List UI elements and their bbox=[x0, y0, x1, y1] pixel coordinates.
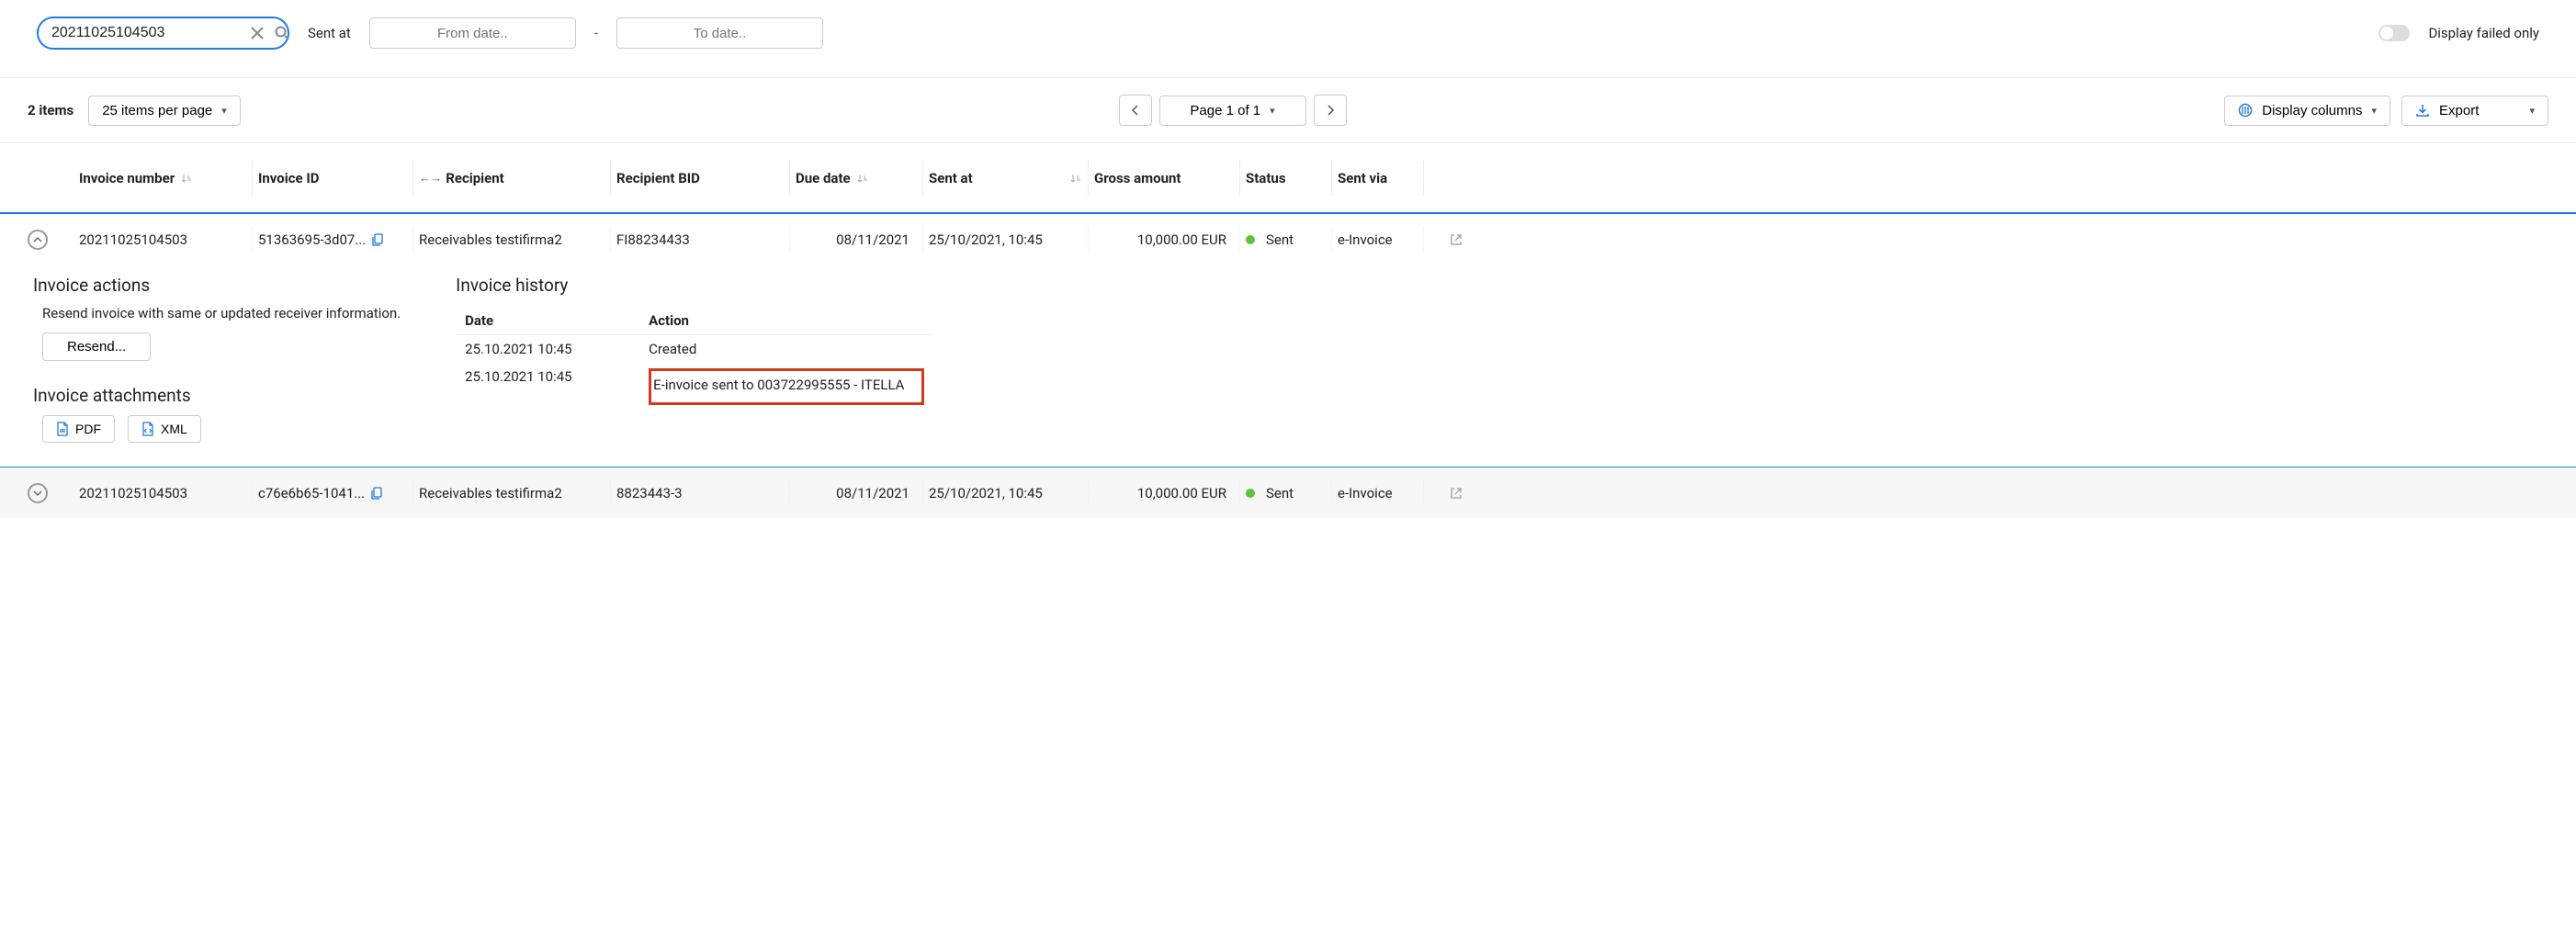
col-status[interactable]: Status bbox=[1240, 161, 1332, 196]
chevron-down-icon: ▾ bbox=[2371, 105, 2377, 117]
from-date-input[interactable] bbox=[381, 26, 564, 41]
history-action-highlighted: E-invoice sent to 003722995555 - ITELLA bbox=[649, 368, 924, 405]
page-dropdown[interactable]: Page 1 of 1 ▾ bbox=[1159, 96, 1306, 126]
to-date-field[interactable] bbox=[616, 17, 823, 49]
cell-invoice-id: 51363695-3d07... bbox=[253, 227, 413, 253]
sort-icon bbox=[1069, 172, 1082, 185]
chevron-up-icon bbox=[33, 236, 42, 243]
cell-due-date: 08/11/2021 bbox=[790, 480, 923, 506]
export-button[interactable]: Export ▾ bbox=[2401, 96, 2548, 126]
history-date-header: Date bbox=[465, 312, 649, 329]
cell-sent-via: e-Invoice bbox=[1332, 227, 1424, 253]
history-date: 25.10.2021 10:45 bbox=[465, 341, 649, 357]
cell-invoice-id: c76e6b65-1041... bbox=[253, 480, 413, 506]
close-icon bbox=[251, 27, 264, 39]
col-invoice-id[interactable]: Invoice ID bbox=[253, 161, 413, 196]
xml-attachment-button[interactable]: XML bbox=[128, 415, 201, 443]
search-icon bbox=[275, 26, 289, 40]
display-columns-button[interactable]: Display columns ▾ bbox=[2224, 96, 2390, 126]
cell-status: Sent bbox=[1240, 480, 1332, 506]
item-count: 2 items bbox=[28, 102, 73, 118]
col-recipient-bid[interactable]: Recipient BID bbox=[611, 161, 790, 196]
per-page-label: 25 items per page bbox=[102, 103, 212, 118]
invoice-actions-title: Invoice actions bbox=[33, 275, 401, 296]
col-invoice-number[interactable]: Invoice number bbox=[73, 161, 253, 196]
chevron-right-icon bbox=[1326, 105, 1335, 116]
status-dot-icon bbox=[1246, 235, 1255, 244]
from-date-field[interactable] bbox=[369, 17, 576, 49]
external-link-icon[interactable] bbox=[1450, 487, 1463, 500]
date-range-dash: - bbox=[594, 25, 598, 41]
sort-icon bbox=[180, 172, 193, 185]
pdf-attachment-button[interactable]: PDF bbox=[42, 415, 115, 443]
copy-icon[interactable] bbox=[371, 233, 384, 246]
col-due-date[interactable]: Due date bbox=[790, 161, 923, 196]
swap-icon: ← → bbox=[419, 171, 440, 186]
page-label: Page 1 of 1 bbox=[1190, 103, 1260, 118]
table-header: Invoice number Invoice ID ← → Recipient … bbox=[0, 142, 2576, 214]
search-button[interactable] bbox=[273, 24, 291, 42]
failed-only-toggle[interactable] bbox=[2378, 25, 2410, 41]
invoice-attachments-title: Invoice attachments bbox=[33, 385, 401, 406]
columns-icon bbox=[2238, 103, 2253, 118]
download-icon bbox=[2415, 103, 2430, 118]
collapse-toggle[interactable] bbox=[28, 230, 48, 250]
row-detail: Invoice actions Resend invoice with same… bbox=[0, 265, 2576, 467]
external-link-icon[interactable] bbox=[1450, 233, 1463, 246]
cell-gross-amount: 10,000.00 EUR bbox=[1089, 227, 1240, 253]
cell-recipient: Receivables testifirma2 bbox=[413, 480, 611, 506]
chevron-left-icon bbox=[1131, 105, 1140, 116]
cell-invoice-number: 20211025104503 bbox=[73, 227, 253, 253]
file-pdf-icon bbox=[56, 422, 69, 436]
table-row: 20211025104503 51363695-3d07... Receivab… bbox=[0, 214, 2576, 265]
chevron-down-icon bbox=[33, 490, 42, 497]
export-label: Export bbox=[2439, 103, 2479, 118]
cell-recipient: Receivables testifirma2 bbox=[413, 227, 611, 253]
cell-recipient-bid: FI88234433 bbox=[611, 227, 790, 253]
table-row: 20211025104503 c76e6b65-1041... Receivab… bbox=[0, 467, 2576, 518]
col-sent-at[interactable]: Sent at bbox=[923, 161, 1089, 196]
history-action-header: Action bbox=[649, 312, 924, 329]
chevron-down-icon: ▾ bbox=[1270, 105, 1275, 117]
cell-gross-amount: 10,000.00 EUR bbox=[1089, 480, 1240, 506]
prev-page-button[interactable] bbox=[1119, 95, 1152, 126]
chevron-down-icon: ▾ bbox=[2529, 105, 2535, 117]
cell-sent-at: 25/10/2021, 10:45 bbox=[923, 480, 1089, 506]
col-gross-amount[interactable]: Gross amount bbox=[1089, 161, 1240, 196]
cell-sent-via: e-Invoice bbox=[1332, 480, 1424, 506]
cell-due-date: 08/11/2021 bbox=[790, 227, 923, 253]
history-row: 25.10.2021 10:45 E-invoice sent to 00372… bbox=[456, 363, 933, 411]
cell-recipient-bid: 8823443-3 bbox=[611, 480, 790, 506]
history-action: Created bbox=[649, 341, 924, 357]
sort-icon bbox=[856, 172, 869, 185]
cell-sent-at: 25/10/2021, 10:45 bbox=[923, 227, 1089, 253]
invoice-history-title: Invoice history bbox=[456, 275, 933, 296]
col-recipient[interactable]: ← → Recipient bbox=[413, 161, 611, 196]
display-columns-label: Display columns bbox=[2262, 103, 2362, 118]
to-date-input[interactable] bbox=[628, 26, 811, 41]
resend-button[interactable]: Resend... bbox=[42, 332, 151, 361]
file-xml-icon bbox=[141, 422, 154, 436]
status-dot-icon bbox=[1246, 489, 1255, 498]
copy-icon[interactable] bbox=[370, 487, 383, 500]
failed-only-label: Display failed only bbox=[2428, 25, 2539, 41]
clear-search-button[interactable] bbox=[249, 25, 266, 41]
cell-invoice-number: 20211025104503 bbox=[73, 480, 253, 506]
invoice-actions-desc: Resend invoice with same or updated rece… bbox=[33, 305, 401, 321]
history-date: 25.10.2021 10:45 bbox=[465, 368, 649, 405]
chevron-down-icon: ▾ bbox=[221, 105, 227, 117]
sent-at-label: Sent at bbox=[308, 25, 351, 41]
per-page-dropdown[interactable]: 25 items per page ▾ bbox=[88, 96, 241, 126]
next-page-button[interactable] bbox=[1314, 95, 1347, 126]
cell-status: Sent bbox=[1240, 227, 1332, 253]
expand-toggle[interactable] bbox=[28, 483, 48, 503]
history-row: 25.10.2021 10:45 Created bbox=[456, 335, 933, 363]
col-sent-via[interactable]: Sent via bbox=[1332, 161, 1424, 196]
search-field-wrap bbox=[37, 17, 289, 50]
search-input[interactable] bbox=[51, 25, 242, 41]
